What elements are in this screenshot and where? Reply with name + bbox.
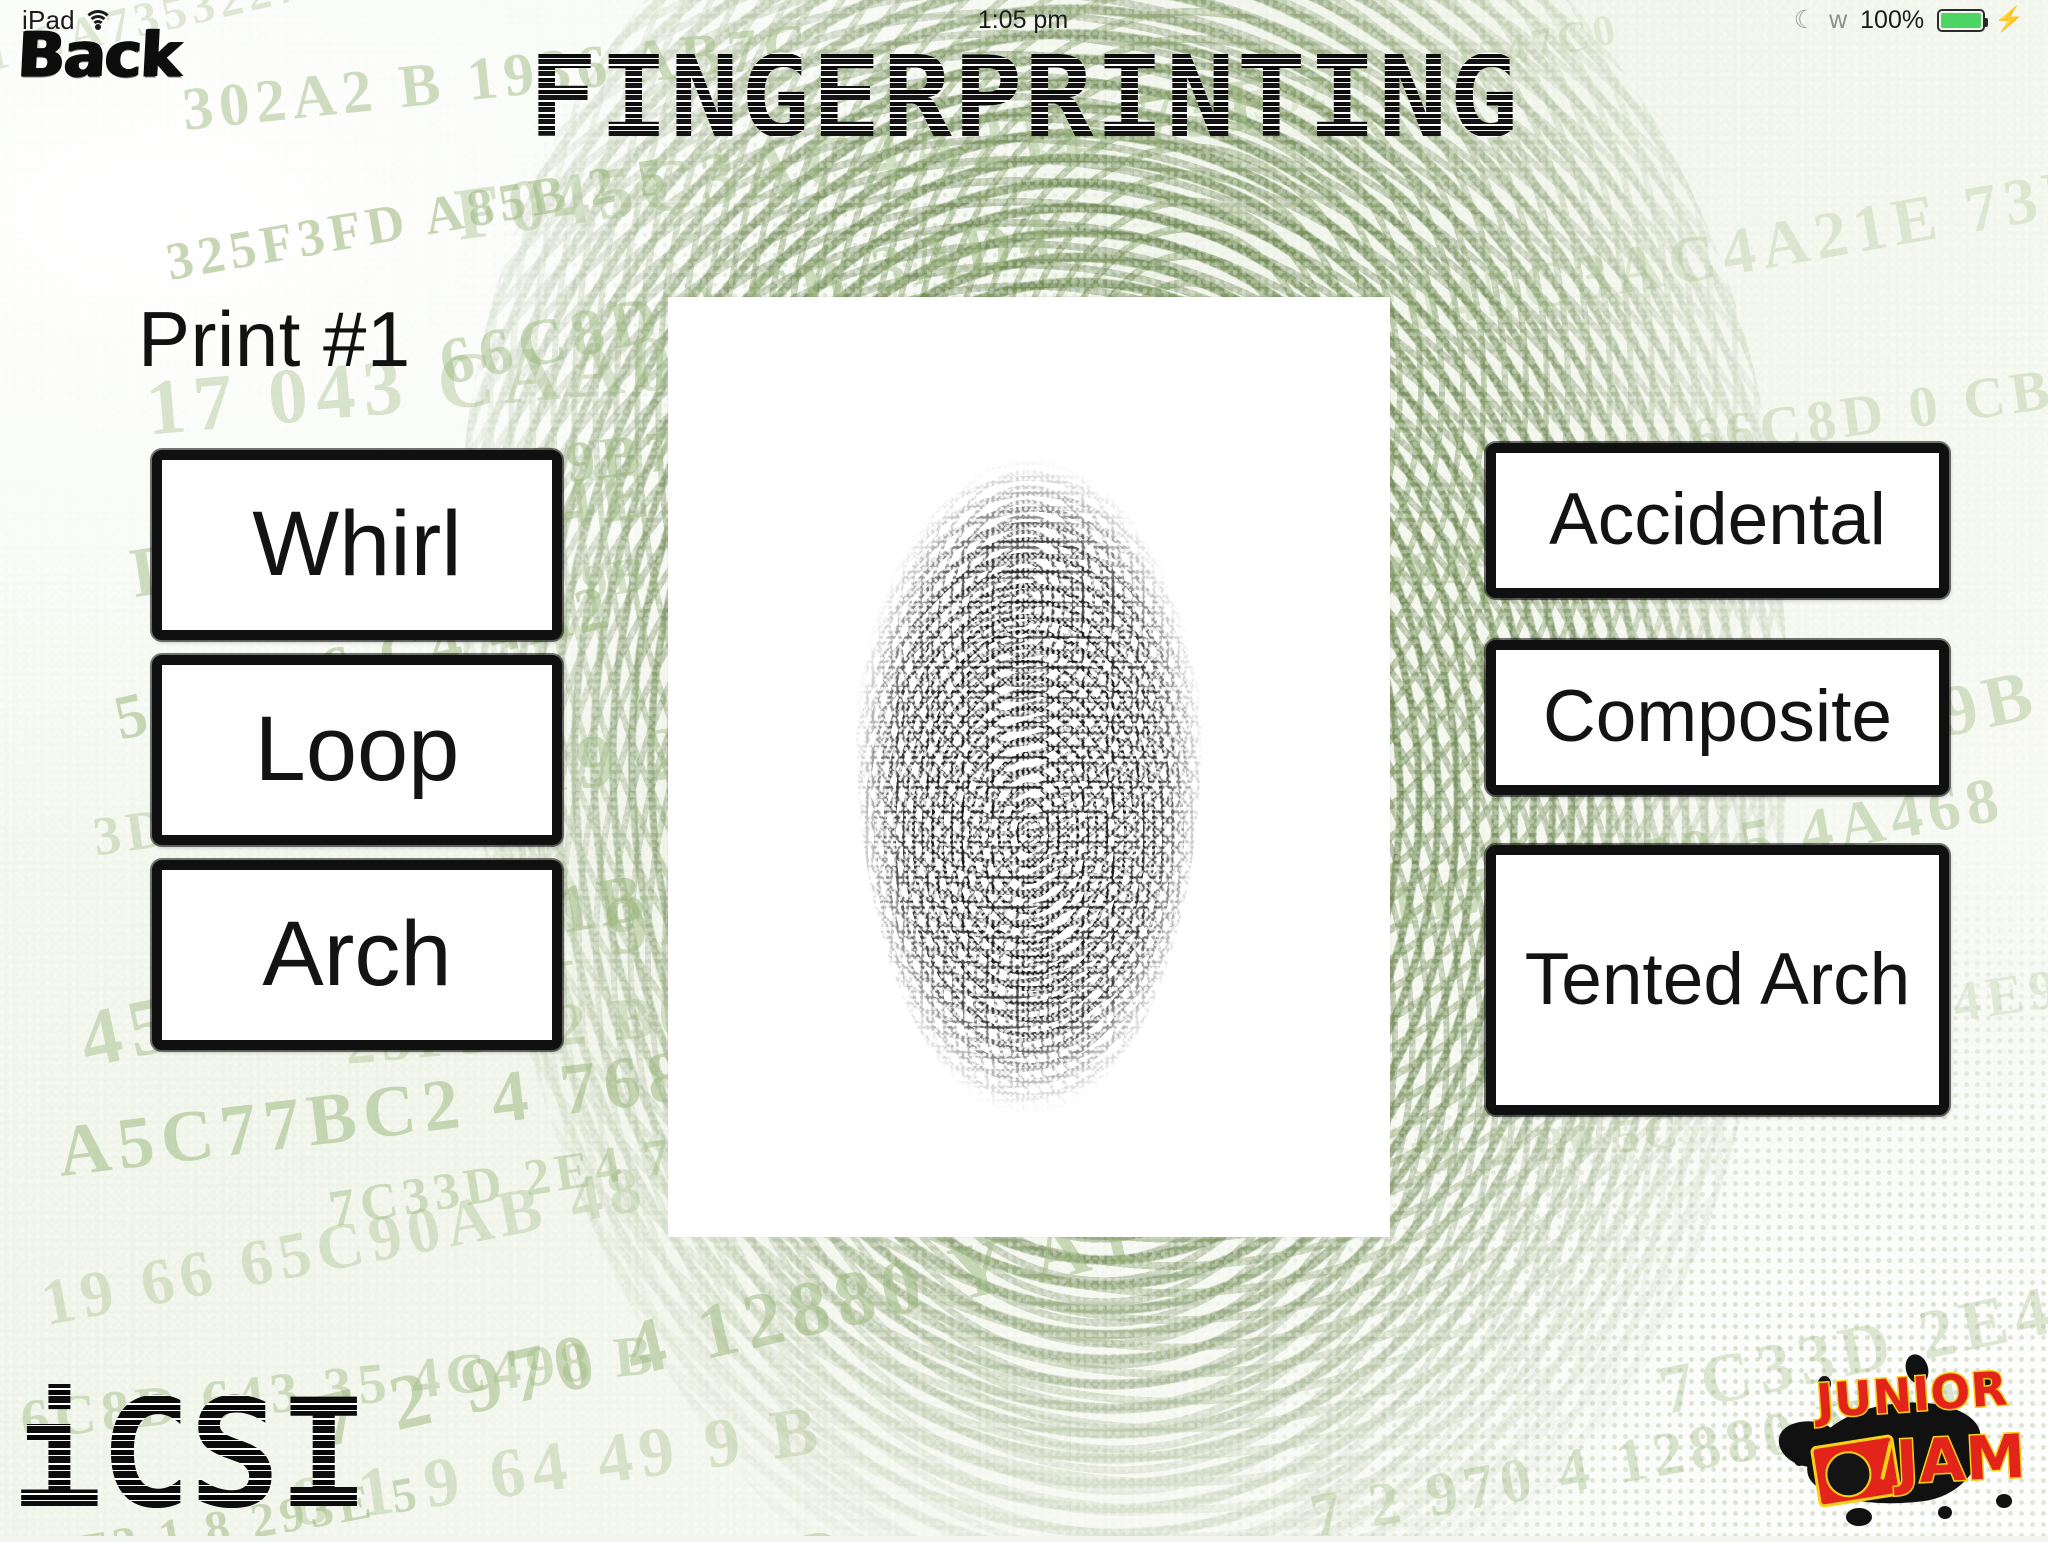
answer-button-composite-label: Composite (1543, 676, 1892, 758)
background-hex-string: F045C3AC4A21E 73E (1353, 152, 2048, 355)
fingerprint-grain (856, 458, 1202, 1114)
turntable-platter (1822, 1447, 1875, 1501)
lightning-bolt-icon: ⚡ (1994, 6, 2024, 33)
status-bar-left: iPad (0, 5, 683, 36)
battery-percent: 100% (1860, 5, 1925, 34)
turntable-tonearm (1880, 1440, 1894, 1481)
answer-button-loop[interactable]: Loop (152, 655, 562, 845)
icsi-app-logo: iCSI (10, 1368, 370, 1542)
turntable-icon (1809, 1433, 1903, 1509)
ink-dot (1794, 1454, 1805, 1466)
answer-button-tented-arch-label: Tented Arch (1524, 938, 1911, 1020)
answer-button-tented-arch[interactable]: Tented Arch (1486, 845, 1949, 1115)
fingerprint-card (668, 297, 1390, 1237)
ink-dot (1938, 1506, 1952, 1519)
bluetooth-icon: w (1829, 5, 1848, 34)
junior-jam-word-jam: JAM (1893, 1420, 2029, 1500)
battery-icon (1937, 8, 1989, 32)
page-title: FINGERPRINTING (0, 42, 2048, 154)
answer-button-arch[interactable]: Arch (152, 860, 562, 1050)
wifi-icon (82, 10, 113, 30)
answer-button-composite[interactable]: Composite (1486, 640, 1949, 795)
status-bar: iPad 1:05 pm ☾ w 100% ⚡ (0, 0, 2048, 40)
status-bar-center: 1:05 pm (683, 6, 1364, 35)
junior-jam-word-junior: JUNIOR (1813, 1360, 2011, 1431)
junior-jam-logo: JUNIOR JAM (1788, 1346, 2038, 1528)
device-name: iPad (22, 4, 75, 35)
clock: 1:05 pm (977, 5, 1069, 34)
status-bar-right: ☾ w 100% ⚡ (1363, 6, 2048, 35)
answer-button-whirl[interactable]: Whirl (152, 450, 562, 640)
fingerprint-image (856, 458, 1202, 1114)
answer-button-arch-label: Arch (262, 903, 452, 1006)
answer-button-loop-label: Loop (254, 698, 460, 801)
ink-dot (1996, 1494, 2012, 1508)
answer-button-accidental-label: Accidental (1549, 479, 1886, 561)
answer-button-accidental[interactable]: Accidental (1486, 443, 1949, 598)
print-number-label: Print #1 (138, 295, 411, 383)
moon-icon: ☾ (1793, 5, 1817, 34)
answer-button-whirl-label: Whirl (252, 493, 462, 596)
ink-dot (1846, 1508, 1872, 1526)
